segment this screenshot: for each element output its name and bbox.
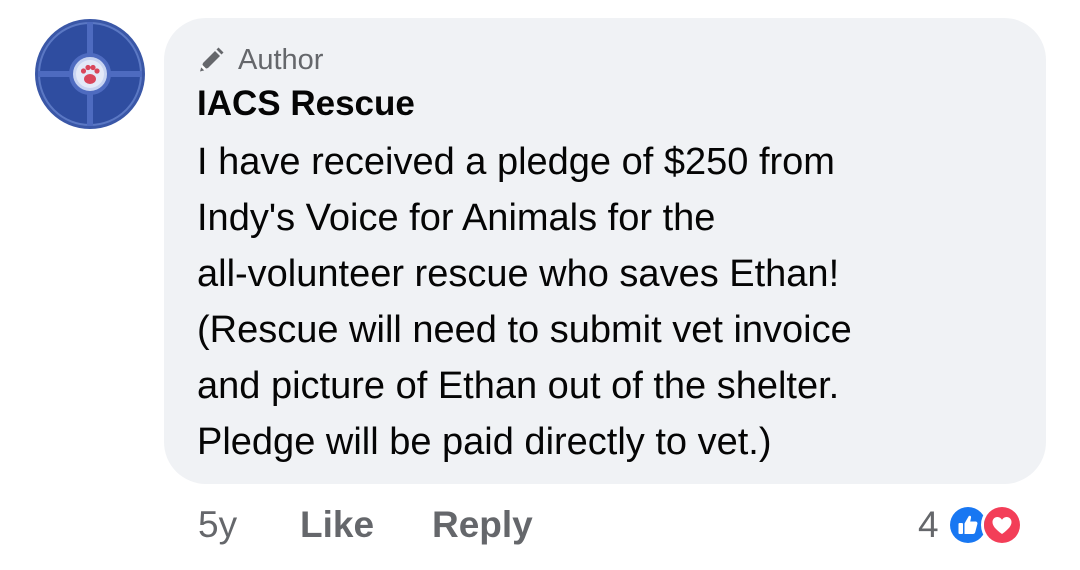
author-badge-label: Author	[238, 44, 324, 76]
comment-author-name[interactable]: IACS Rescue	[197, 82, 415, 126]
author-badge: Author	[196, 42, 323, 78]
reaction-count: 4	[918, 504, 939, 545]
comment-text-line: Indy's Voice for Animals for the	[197, 197, 716, 239]
comment-text-line: all-volunteer rescue who saves Ethan!	[197, 253, 840, 295]
comment-text-line: Pledge will be paid directly to vet.)	[197, 421, 772, 463]
avatar[interactable]	[34, 18, 146, 130]
reactions-summary[interactable]: 4	[918, 500, 1023, 550]
comment-text-line: I have received a pledge of $250 from	[197, 141, 835, 183]
comment-text-line: (Rescue will need to submit vet invoice	[197, 309, 852, 351]
paw-print-logo-icon	[35, 19, 145, 129]
comment-text: I have received a pledge of $250 from In…	[197, 134, 1017, 470]
love-icon	[980, 504, 1023, 546]
like-button[interactable]: Like	[300, 500, 374, 550]
reply-button[interactable]: Reply	[432, 500, 533, 550]
pencil-icon	[196, 45, 226, 75]
comment-page: Author IACS Rescue I have received a ple…	[0, 0, 1080, 570]
comment-timestamp[interactable]: 5y	[198, 500, 237, 550]
comment-text-line: and picture of Ethan out of the shelter.	[197, 365, 840, 407]
